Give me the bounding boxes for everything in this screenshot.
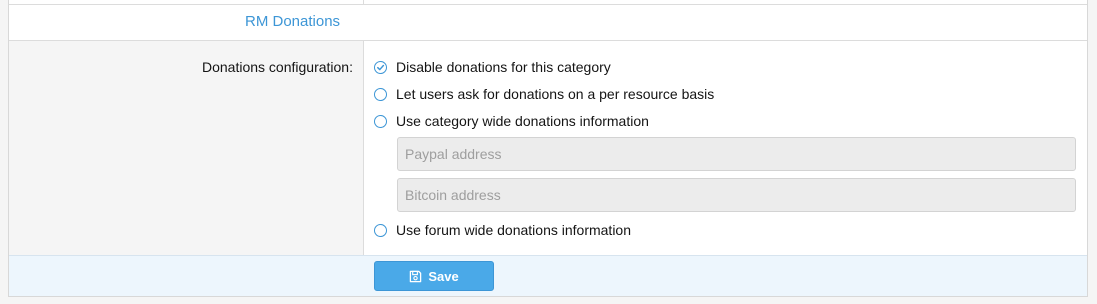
option-per-resource[interactable]: Let users ask for donations on a per res…	[374, 85, 714, 103]
donations-panel: RM Donations Donations configuration: Di…	[8, 0, 1088, 297]
save-button[interactable]: Save	[374, 261, 494, 291]
label-column: Donations configuration:	[9, 41, 364, 255]
radio-unchecked-icon[interactable]	[374, 223, 387, 237]
form-footer: Save	[9, 255, 1087, 296]
section-title: RM Donations	[245, 13, 341, 30]
donations-options: Disable donations for this category Let …	[374, 41, 1087, 255]
option-label: Use forum wide donations information	[396, 222, 632, 238]
save-icon	[409, 270, 422, 283]
radio-unchecked-icon[interactable]	[374, 114, 387, 128]
radio-checked-icon[interactable]	[374, 60, 387, 74]
option-forum-wide[interactable]: Use forum wide donations information	[374, 221, 631, 239]
donations-config-label: Donations configuration:	[202, 59, 353, 75]
radio-unchecked-icon[interactable]	[374, 87, 387, 101]
option-label: Let users ask for donations on a per res…	[396, 86, 715, 102]
option-category-wide[interactable]: Use category wide donations information	[374, 112, 649, 130]
option-label: Disable donations for this category	[396, 59, 611, 75]
paypal-address-input[interactable]	[397, 137, 1076, 171]
option-label: Use category wide donations information	[396, 113, 649, 129]
bitcoin-address-input[interactable]	[397, 178, 1076, 212]
donations-config-row: Donations configuration: Disable donatio…	[9, 41, 1087, 255]
section-header: RM Donations	[9, 5, 1087, 41]
save-button-label: Save	[428, 268, 459, 284]
option-disable-donations[interactable]: Disable donations for this category	[374, 58, 611, 76]
